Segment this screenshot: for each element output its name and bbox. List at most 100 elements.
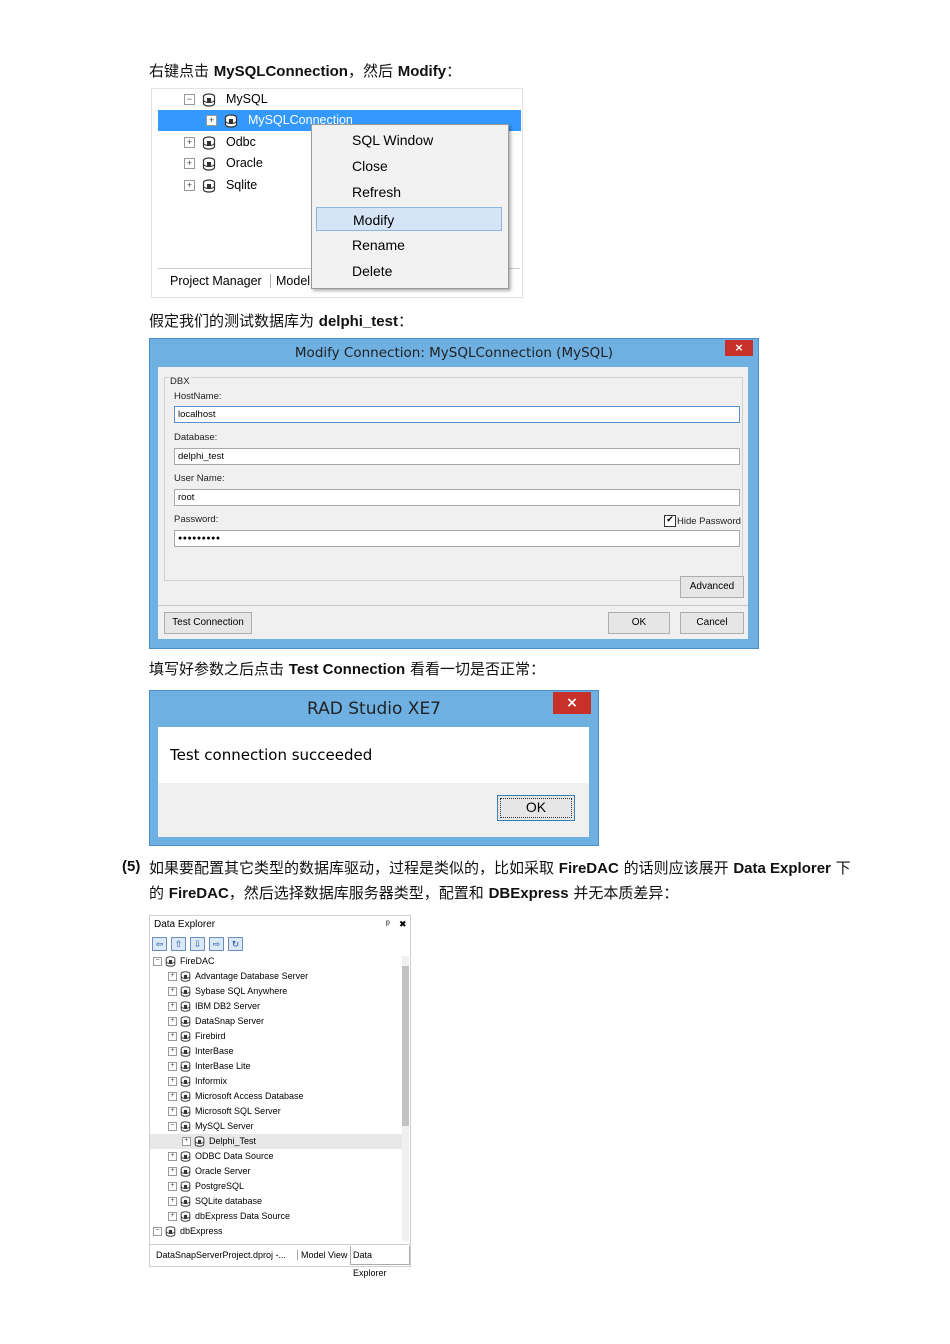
expand-icon[interactable]: + [206,115,217,127]
tree-item-driver[interactable]: + Informix [150,1074,402,1089]
tree-item-driver[interactable]: + InterBase Lite [150,1059,402,1074]
advanced-button[interactable]: Advanced [680,576,744,598]
expand-icon[interactable]: + [168,1182,177,1192]
hide-password-checkbox[interactable]: ✔ [664,515,676,527]
tree-item-driver[interactable]: + dbExpress Data Source [150,1209,402,1224]
tree-item-sqlite[interactable]: + Sqlite [184,175,257,196]
scrollbar-thumb[interactable] [402,966,409,1126]
down-icon[interactable]: ⇩ [190,937,205,951]
expand-icon[interactable]: + [184,137,195,149]
hostname-label: HostName: [174,391,222,402]
database-input[interactable]: delphi_test [174,448,740,465]
expand-icon[interactable]: + [168,1152,177,1162]
bold-text: Data Explorer [733,860,831,877]
tree-item-odbc[interactable]: + Odbc [184,132,256,153]
database-icon [202,93,216,107]
expand-icon[interactable]: + [168,1032,177,1042]
expand-icon[interactable]: + [168,1002,177,1012]
tree-item-driver[interactable]: + IBM DB2 Server [150,999,402,1014]
scrollbar[interactable] [402,956,409,1241]
text: 的 [149,884,169,902]
modify-connection-dialog: Modify Connection: MySQLConnection (MySQ… [149,338,759,649]
close-button[interactable]: × [553,692,591,714]
expand-icon[interactable]: + [168,1107,177,1117]
tab-project-manager[interactable]: Project Manager [170,274,262,288]
forward-icon[interactable]: ⇨ [209,937,224,951]
menu-item-delete[interactable]: Delete [316,259,502,283]
menu-item-modify[interactable]: Modify [316,207,502,231]
tree-item-driver[interactable]: + InterBase [150,1044,402,1059]
expand-icon[interactable]: + [168,1062,177,1072]
close-button[interactable]: × [725,340,753,356]
tree-item-driver[interactable]: + Firebird [150,1029,402,1044]
tree-item-oracle[interactable]: + Oracle [184,153,263,174]
tree-item-connection[interactable]: + Delphi_Test [150,1134,402,1149]
tab-project[interactable]: DataSnapServerProject.dproj -... [156,1250,286,1260]
database-icon [180,1166,191,1177]
database-icon [180,1121,191,1132]
expand-icon[interactable]: + [184,180,195,192]
test-connection-button[interactable]: Test Connection [164,612,252,634]
tree-item-driver[interactable]: + SQLite database [150,1194,402,1209]
tab-data-explorer[interactable]: Data Explorer [350,1246,410,1278]
expand-icon[interactable]: + [168,1212,177,1222]
menu-item-refresh[interactable]: Refresh [316,180,502,204]
menu-item-rename[interactable]: Rename [316,233,502,257]
expand-icon[interactable]: + [168,1047,177,1057]
tree-item-firedac[interactable]: − FireDAC [150,954,402,969]
username-input[interactable]: root [174,489,740,506]
collapse-icon[interactable]: − [168,1122,177,1132]
tree-item-label: Oracle Server [195,1166,251,1176]
expand-icon[interactable]: + [168,987,177,997]
menu-item-sql-window[interactable]: SQL Window [316,128,502,152]
expand-icon[interactable]: + [184,158,195,170]
refresh-icon[interactable]: ↻ [228,937,243,951]
tree-item-label: InterBase [195,1046,234,1056]
collapse-icon[interactable]: − [184,94,195,106]
tree-item-driver[interactable]: + Sybase SQL Anywhere [150,984,402,999]
password-label: Password: [174,514,219,525]
tree-item-driver[interactable]: + ODBC Data Source [150,1149,402,1164]
tree-item-label: InterBase Lite [195,1061,251,1071]
expand-icon[interactable]: + [168,1077,177,1087]
expand-icon[interactable]: + [168,1017,177,1027]
database-icon [180,1076,191,1087]
tab-model-view[interactable]: Model View [297,1250,347,1260]
tree-item-driver[interactable]: + Microsoft SQL Server [150,1104,402,1119]
database-icon [180,1001,191,1012]
up-icon[interactable]: ⇧ [171,937,186,951]
tab-model[interactable]: Model [270,274,310,288]
tree-item-label: Advantage Database Server [195,971,309,981]
expand-icon[interactable]: + [168,972,177,982]
tree-item-label: MySQL Server [195,1121,254,1131]
collapse-icon[interactable]: − [153,957,162,967]
expand-icon[interactable]: + [168,1197,177,1207]
ok-button[interactable]: OK [497,795,575,821]
tree-item-label: Microsoft Access Database [195,1091,304,1101]
tree-item-mysql[interactable]: − MySQL [184,89,268,110]
database-icon [180,1091,191,1102]
tree-item-dbexpress[interactable]: − dbExpress [150,1224,402,1239]
database-icon [180,1061,191,1072]
cancel-button[interactable]: Cancel [680,612,744,634]
hostname-input[interactable]: localhost [174,406,740,423]
bold-text: DBExpress [488,885,569,902]
expand-icon[interactable]: + [168,1092,177,1102]
menu-item-close[interactable]: Close [316,154,502,178]
expand-icon[interactable]: + [182,1137,191,1147]
tree-item-label: Oracle [225,156,263,170]
tree-item-driver[interactable]: + PostgreSQL [150,1179,402,1194]
tree-item-driver[interactable]: + DataSnap Server [150,1014,402,1029]
password-input[interactable]: ●●●●●●●●● [174,530,740,547]
paragraph-2: 假定我们的测试数据库为 delphi_test： [149,310,413,331]
collapse-icon[interactable]: − [153,1227,162,1237]
pin-icon[interactable]: ᵖ [386,919,390,930]
tree-item-driver[interactable]: − MySQL Server [150,1119,402,1134]
tree-item-driver[interactable]: + Advantage Database Server [150,969,402,984]
tree-item-driver[interactable]: + Oracle Server [150,1164,402,1179]
ok-button[interactable]: OK [608,612,670,634]
back-icon[interactable]: ⇦ [152,937,167,951]
tree-item-driver[interactable]: + Microsoft Access Database [150,1089,402,1104]
close-icon[interactable]: ✖ [399,919,407,930]
expand-icon[interactable]: + [168,1167,177,1177]
